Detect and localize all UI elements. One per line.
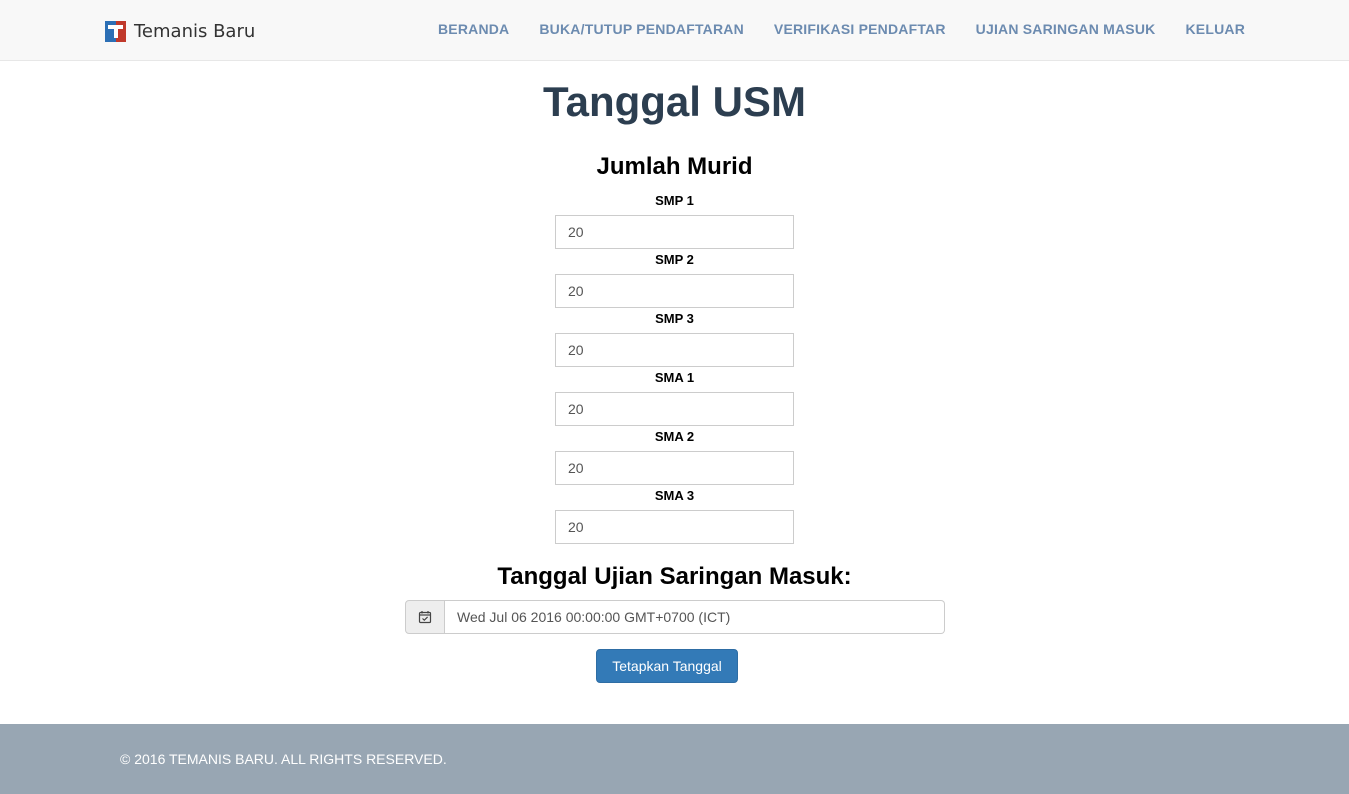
sma1-input[interactable] [555,392,794,426]
date-section-title: Tanggal Ujian Saringan Masuk: [497,563,852,590]
smp3-input[interactable] [555,333,794,367]
footer: © 2016 TEMANIS BARU. ALL RIGHTS RESERVED… [0,724,1349,794]
nav-menu: BERANDA BUKA/TUTUP PENDAFTARAN VERIFIKAS… [408,21,1245,37]
nav-item-beranda[interactable]: BERANDA [438,21,509,37]
nav-item-verifikasi-pendaftar[interactable]: VERIFIKASI PENDAFTAR [774,21,946,37]
sma2-input[interactable] [555,451,794,485]
smp1-input[interactable] [555,215,794,249]
date-picker [405,600,945,634]
set-date-button[interactable]: Tetapkan Tanggal [596,649,738,683]
sma3-input[interactable] [555,510,794,544]
brand-logo-icon [105,20,126,42]
smp2-input[interactable] [555,274,794,308]
field-label-sma2: SMA 2 [654,429,695,444]
field-label-sma3: SMA 3 [654,488,695,503]
nav-item-keluar[interactable]: KELUAR [1185,21,1245,37]
field-label-smp3: SMP 3 [655,311,694,326]
nav-item-ujian-saringan-masuk[interactable]: UJIAN SARINGAN MASUK [976,21,1156,37]
page-title: Tanggal USM [543,78,806,125]
nav-item-buka-tutup-pendaftaran[interactable]: BUKA/TUTUP PENDAFTARAN [539,21,744,37]
brand-name: Temanis Baru [134,20,256,42]
field-label-smp2: SMP 2 [655,252,694,267]
field-label-sma1: SMA 1 [654,370,695,385]
copyright-text: © 2016 TEMANIS BARU. ALL RIGHTS RESERVED… [120,751,447,767]
brand[interactable]: Temanis Baru [105,19,255,43]
calendar-check-icon[interactable] [405,600,445,634]
navbar: Temanis Baru BERANDA BUKA/TUTUP PENDAFTA… [0,0,1349,61]
field-label-smp1: SMP 1 [655,193,694,208]
section-title: Jumlah Murid [596,153,753,180]
date-input[interactable] [445,600,945,634]
